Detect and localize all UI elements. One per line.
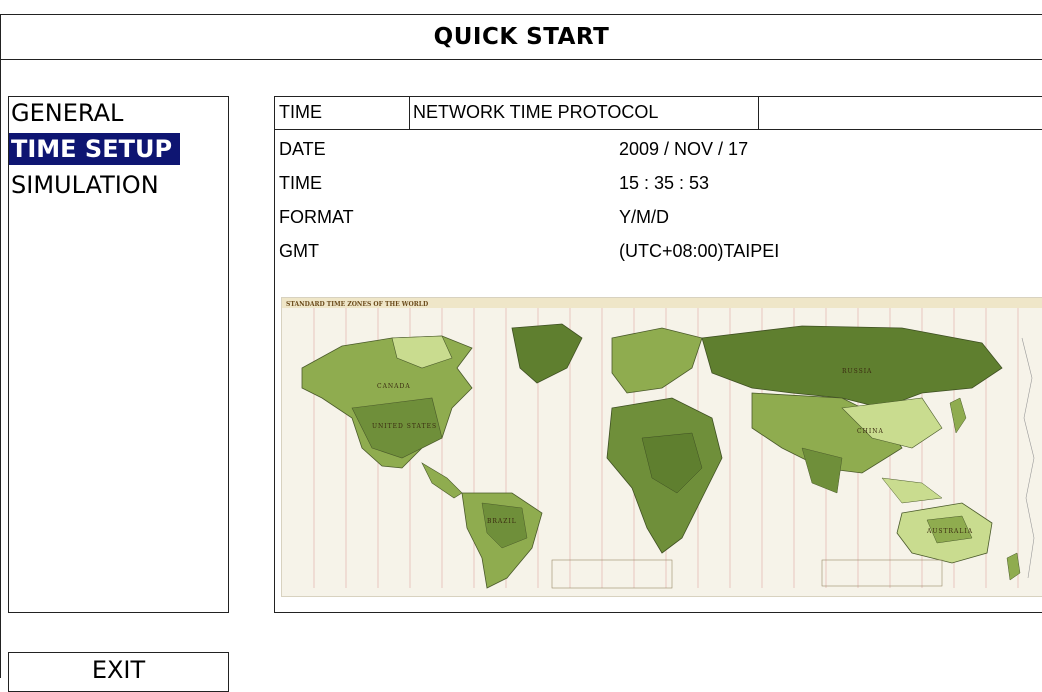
time-sync-mode-select[interactable]: NETWORK TIME PROTOCOL [409,97,759,129]
side-menu: GENERAL TIME SETUP SIMULATION [8,96,229,613]
world-map-image: STANDARD TIME ZONES OF THE WORLD CANADA … [282,298,1042,596]
map-label-canada: CANADA [377,383,411,390]
time-value[interactable]: 15 : 35 : 53 [619,173,709,194]
time-sync-label: TIME [279,102,322,122]
exit-button[interactable]: EXIT [8,652,229,692]
map-label-russia: RUSSIA [842,368,872,375]
map-title: STANDARD TIME ZONES OF THE WORLD [286,301,428,308]
title-bar: QUICK START [0,14,1042,60]
time-setup-panel: TIME NETWORK TIME PROTOCOL DATE 2009 / N… [274,96,1042,613]
date-row: DATE 2009 / NOV / 17 [275,135,1042,165]
page-title: QUICK START [433,24,610,50]
format-row: FORMAT Y/M/D [275,203,1042,233]
gmt-row: GMT (UTC+08:00)TAIPEI [275,237,1042,267]
time-row: TIME 15 : 35 : 53 [275,169,1042,199]
map-label-china: CHINA [857,428,884,435]
menu-item-time-setup[interactable]: TIME SETUP [9,133,181,165]
menu-item-simulation[interactable]: SIMULATION [9,169,159,201]
time-label: TIME [279,173,322,193]
format-label: FORMAT [279,207,354,227]
map-label-united-states: UNITED STATES [372,423,437,430]
gmt-label: GMT [279,241,319,261]
date-value[interactable]: 2009 / NOV / 17 [619,139,748,160]
map-label-australia: AUSTRALIA [926,528,973,535]
date-label: DATE [279,139,326,159]
time-sync-row: TIME NETWORK TIME PROTOCOL [275,97,1042,130]
gmt-value[interactable]: (UTC+08:00)TAIPEI [619,241,779,262]
world-time-zone-map: STANDARD TIME ZONES OF THE WORLD CANADA … [281,297,1042,597]
format-value[interactable]: Y/M/D [619,207,669,228]
map-label-brazil: BRAZIL [487,518,517,525]
menu-item-general[interactable]: GENERAL [9,97,123,129]
